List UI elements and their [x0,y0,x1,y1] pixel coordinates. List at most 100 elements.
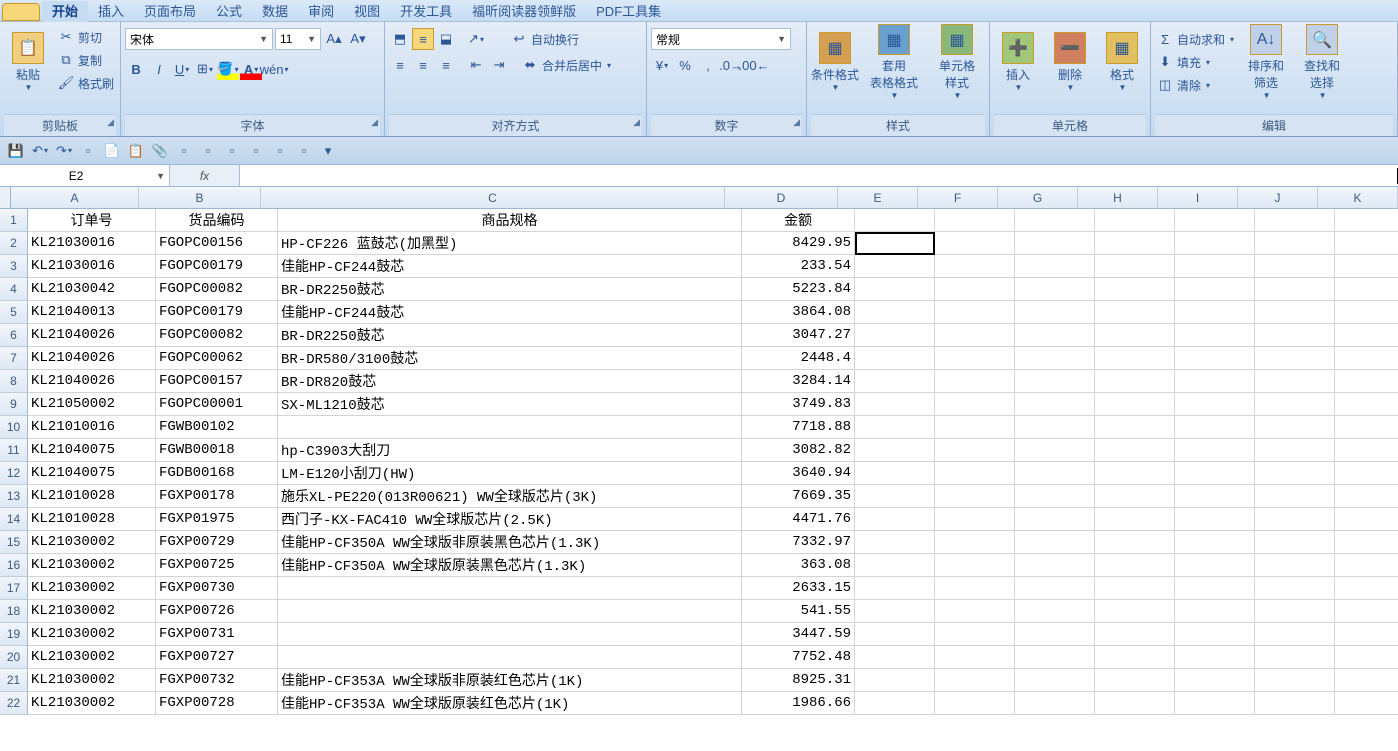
cell[interactable]: 2633.15 [742,577,855,600]
row-header[interactable]: 7 [0,347,28,370]
cell[interactable] [1175,623,1255,646]
qat-icon[interactable]: ▫ [222,141,242,161]
cell[interactable] [1095,278,1175,301]
cell[interactable]: 3082.82 [742,439,855,462]
border-button[interactable]: ⊞▾ [194,58,216,80]
cell[interactable] [1255,554,1335,577]
row-header[interactable]: 12 [0,462,28,485]
cell[interactable]: FGOPC00179 [156,255,278,278]
qat-icon[interactable]: 📋 [126,141,146,161]
column-header[interactable]: H [1078,187,1158,209]
tab-7[interactable]: 开发工具 [390,1,462,22]
cell[interactable] [1015,600,1095,623]
cell[interactable] [935,439,1015,462]
row-header[interactable]: 17 [0,577,28,600]
cell[interactable] [1255,232,1335,255]
tab-1[interactable]: 插入 [88,1,134,22]
align-left-icon[interactable]: ≡ [389,54,411,76]
cell[interactable] [1175,485,1255,508]
cell[interactable] [935,669,1015,692]
cell[interactable]: 施乐XL-PE220(013R00621) WW全球版芯片(3K) [278,485,742,508]
row-header[interactable]: 22 [0,692,28,715]
column-header[interactable]: I [1158,187,1238,209]
cell[interactable]: 7332.97 [742,531,855,554]
cell[interactable] [1335,416,1398,439]
qat-icon[interactable]: 📎 [150,141,170,161]
comma-icon[interactable]: , [697,54,719,76]
cell[interactable] [1255,577,1335,600]
column-header[interactable]: J [1238,187,1318,209]
row-header[interactable]: 3 [0,255,28,278]
cell[interactable] [855,278,935,301]
row-header[interactable]: 16 [0,554,28,577]
cell[interactable] [935,209,1015,232]
dialog-launcher-icon[interactable]: ◢ [793,117,800,128]
cell[interactable]: KL21010016 [28,416,156,439]
cell[interactable] [1255,623,1335,646]
cell[interactable] [1255,439,1335,462]
cell[interactable]: KL21030002 [28,646,156,669]
cell[interactable] [1335,301,1398,324]
name-box[interactable]: ▼ [0,165,170,186]
row-header[interactable]: 18 [0,600,28,623]
cell[interactable] [1015,646,1095,669]
cell[interactable] [1015,485,1095,508]
cell[interactable]: 4471.76 [742,508,855,531]
cell[interactable] [1175,347,1255,370]
cell[interactable] [1255,393,1335,416]
cell[interactable]: 3284.14 [742,370,855,393]
tab-6[interactable]: 视图 [344,1,390,22]
cell[interactable] [1015,255,1095,278]
dialog-launcher-icon[interactable]: ◢ [633,117,640,128]
cell[interactable] [1175,301,1255,324]
column-header[interactable]: K [1318,187,1398,209]
delete-cells-button[interactable]: ➖删除▼ [1046,24,1094,100]
cell[interactable] [1255,209,1335,232]
cell[interactable] [1175,669,1255,692]
cell[interactable]: 佳能HP-CF350A WW全球版非原装黑色芯片(1.3K) [278,531,742,554]
fill-button[interactable]: ⬇填充▾ [1155,51,1236,73]
cell[interactable] [1175,393,1255,416]
cell[interactable] [1015,209,1095,232]
cell[interactable]: SX-ML1210鼓芯 [278,393,742,416]
cell[interactable]: 3749.83 [742,393,855,416]
cell[interactable]: FGOPC00062 [156,347,278,370]
cell[interactable] [1255,462,1335,485]
cell[interactable] [1015,301,1095,324]
column-header[interactable]: A [11,187,139,209]
cell[interactable] [855,554,935,577]
row-header[interactable]: 11 [0,439,28,462]
align-bottom-icon[interactable]: ⬓ [435,28,457,50]
phonetic-button[interactable]: wén▾ [263,58,285,80]
cell[interactable]: KL21030002 [28,577,156,600]
cell[interactable] [1095,232,1175,255]
cell[interactable] [935,393,1015,416]
cell[interactable] [1255,600,1335,623]
cell[interactable] [1095,324,1175,347]
cell[interactable] [1015,508,1095,531]
cell[interactable]: 金额 [742,209,855,232]
cell[interactable]: 货品编码 [156,209,278,232]
cell[interactable] [1335,669,1398,692]
cell[interactable]: FGWB00018 [156,439,278,462]
fx-icon[interactable]: fx [190,169,220,183]
cell[interactable]: FGOPC00001 [156,393,278,416]
cell[interactable] [1175,646,1255,669]
cell[interactable] [855,301,935,324]
cell[interactable] [935,324,1015,347]
qat-icon[interactable]: ▫ [270,141,290,161]
cell[interactable] [935,623,1015,646]
cell[interactable]: 1986.66 [742,692,855,715]
cell[interactable] [855,600,935,623]
cell[interactable]: KL21040026 [28,324,156,347]
cell[interactable]: KL21040013 [28,301,156,324]
cell[interactable] [935,255,1015,278]
cell[interactable] [1015,462,1095,485]
column-header[interactable]: F [918,187,998,209]
cell[interactable] [1095,255,1175,278]
cell[interactable]: 商品规格 [278,209,742,232]
cell[interactable]: FGOPC00156 [156,232,278,255]
cell[interactable]: KL21050002 [28,393,156,416]
cell[interactable] [1335,255,1398,278]
cell[interactable]: KL21030002 [28,669,156,692]
